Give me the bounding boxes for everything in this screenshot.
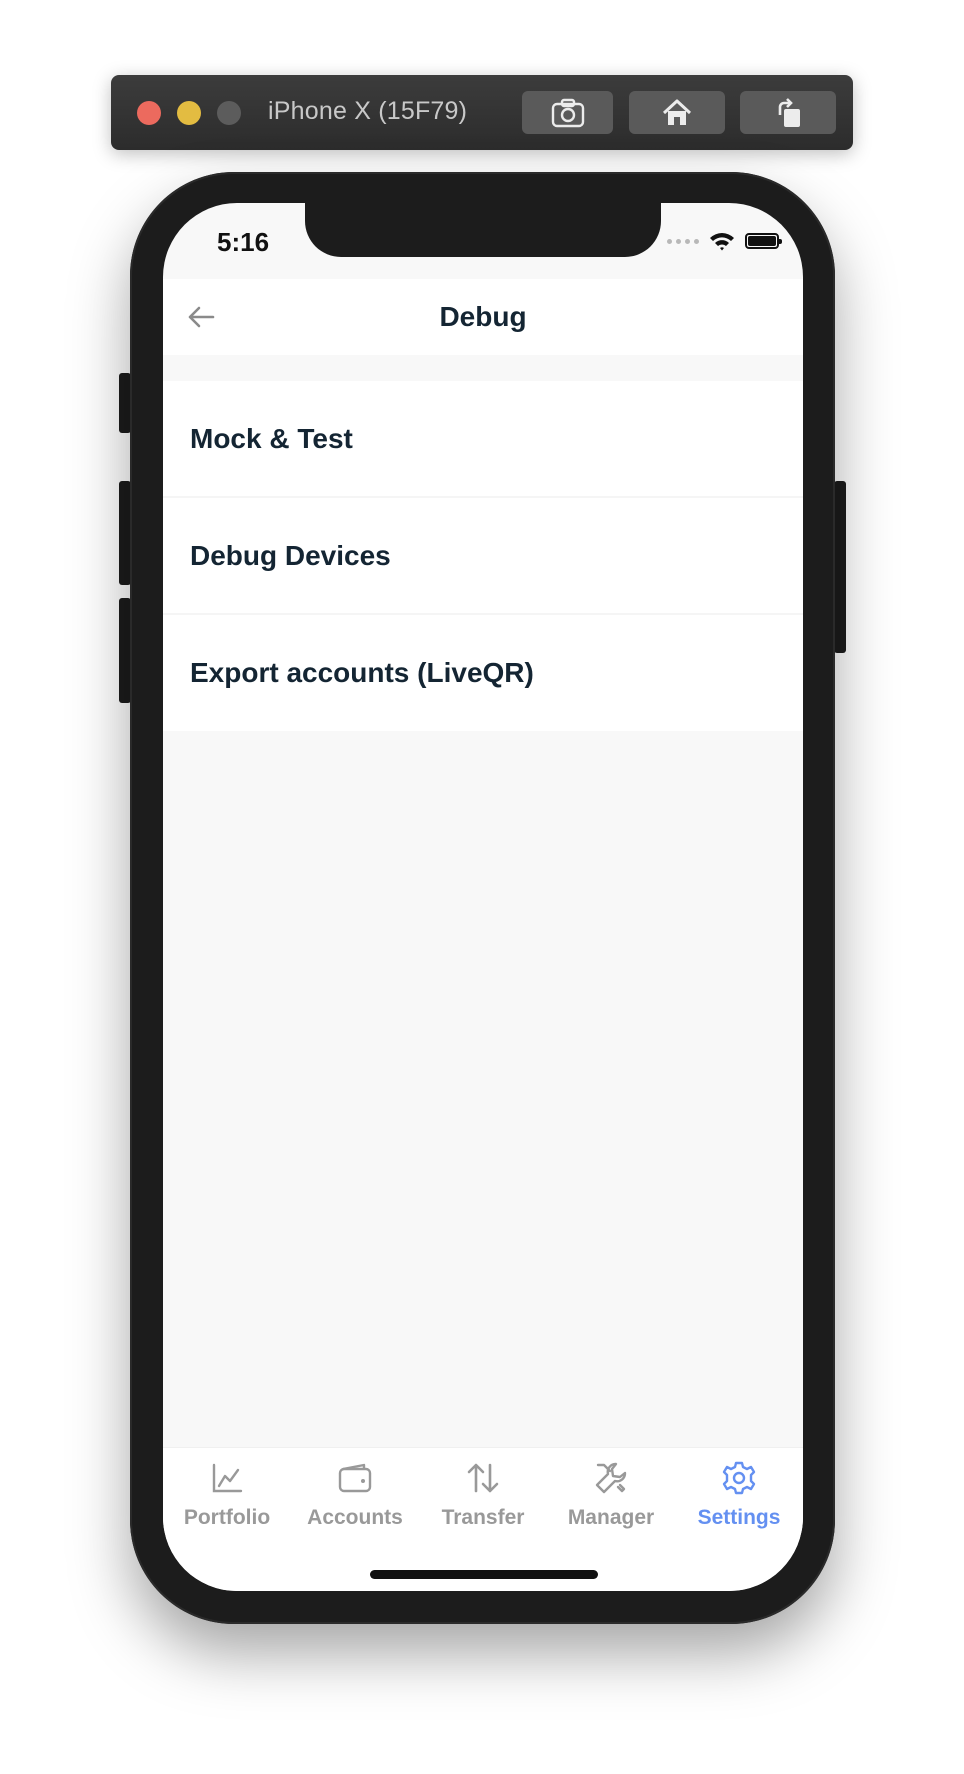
- tab-label: Manager: [567, 1506, 655, 1529]
- menu-item-debug-devices[interactable]: Debug Devices: [163, 498, 803, 615]
- rotate-icon: [778, 97, 800, 127]
- transfer-arrows-icon: [467, 1463, 499, 1493]
- menu-item-label: Debug Devices: [190, 539, 391, 571]
- notch: [305, 203, 661, 257]
- tab-transfer[interactable]: Transfer: [419, 1458, 547, 1548]
- window-minimize-button[interactable]: [177, 101, 201, 125]
- chart-icon: [212, 1463, 243, 1493]
- simulator-title: iPhone X (15F79): [268, 97, 468, 125]
- battery-icon: [745, 233, 782, 249]
- menu-item-label: Export accounts (LiveQR): [190, 657, 534, 688]
- tab-accounts[interactable]: Accounts: [291, 1458, 419, 1548]
- phone-screen: 5:16 Debug Mock & Test Debug Devices Exp…: [163, 203, 803, 1591]
- tab-label: Transfer: [441, 1506, 525, 1529]
- tab-label: Portfolio: [183, 1506, 271, 1529]
- debug-menu-list: Mock & Test Debug Devices Export account…: [163, 381, 803, 731]
- tab-label: Accounts: [307, 1506, 403, 1529]
- menu-item-mock-test[interactable]: Mock & Test: [163, 381, 803, 498]
- tab-label: Settings: [697, 1506, 781, 1529]
- menu-item-label: Mock & Test: [190, 422, 353, 454]
- tab-settings[interactable]: Settings: [675, 1458, 803, 1548]
- tab-manager[interactable]: Manager: [547, 1458, 675, 1548]
- home-button[interactable]: [629, 91, 725, 134]
- home-indicator: [370, 1570, 598, 1579]
- tab-portfolio[interactable]: Portfolio: [163, 1458, 291, 1548]
- page-title: Debug: [439, 301, 527, 332]
- simulator-toolbar: iPhone X (15F79): [111, 75, 853, 150]
- rotate-button[interactable]: [740, 91, 836, 134]
- home-icon: [662, 99, 692, 125]
- status-icons: [667, 231, 782, 251]
- screenshot-icon: [551, 98, 584, 127]
- window-close-button[interactable]: [137, 101, 161, 125]
- screenshot-button[interactable]: [522, 91, 613, 134]
- menu-item-export-accounts[interactable]: Export accounts (LiveQR): [163, 615, 803, 731]
- power-button: [834, 481, 846, 653]
- status-time: 5:16: [217, 227, 270, 257]
- navigation-header: Debug: [163, 279, 803, 355]
- signal-icon: [667, 238, 699, 244]
- gear-icon: [722, 1461, 756, 1495]
- window-zoom-button[interactable]: [217, 101, 241, 125]
- wifi-icon: [710, 233, 734, 251]
- tools-icon: [595, 1462, 627, 1494]
- wallet-icon: [338, 1463, 372, 1493]
